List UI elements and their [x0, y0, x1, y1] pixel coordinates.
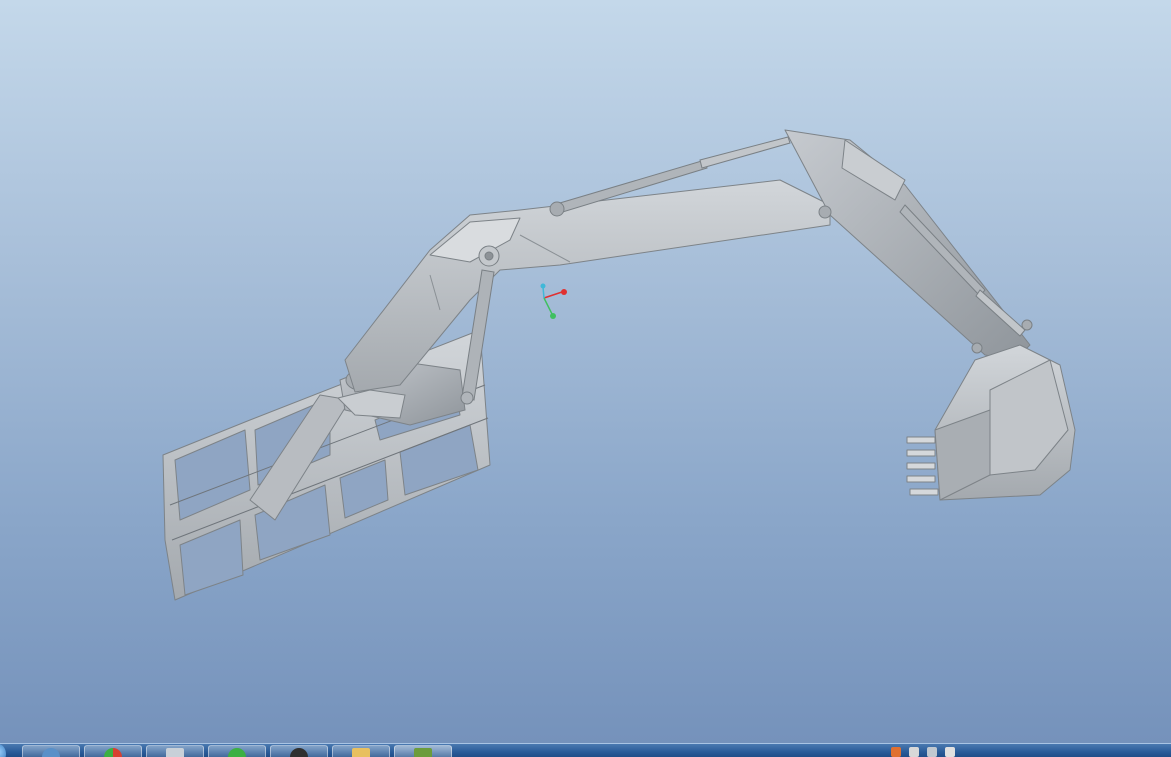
- taskbar-explorer-button[interactable]: [22, 745, 80, 757]
- system-tray: [871, 744, 1171, 757]
- cad-viewport[interactable]: [0, 0, 1171, 743]
- bucket-teeth: [906, 436, 939, 496]
- explorer-icon: [42, 748, 60, 757]
- taskbar-cad-app-button[interactable]: [394, 745, 452, 757]
- model-canvas[interactable]: [0, 0, 1171, 743]
- coordinate-axes-icon: [540, 283, 567, 319]
- taskbar-document-button[interactable]: [146, 745, 204, 757]
- 360-browser-icon: [228, 748, 246, 757]
- taskbar-folder-button[interactable]: [332, 745, 390, 757]
- taskbar-media-button[interactable]: [270, 745, 328, 757]
- chrome-icon: [104, 748, 122, 757]
- main-boom: [344, 179, 831, 393]
- media-icon: [290, 748, 308, 757]
- document-icon: [166, 748, 184, 757]
- network-icon[interactable]: [909, 747, 919, 757]
- cad-app-icon: [414, 748, 432, 757]
- volume-icon[interactable]: [927, 747, 937, 757]
- folder-icon: [352, 748, 370, 757]
- taskbar-360-browser-button[interactable]: [208, 745, 266, 757]
- bucket: [906, 344, 1076, 501]
- clock-icon[interactable]: [945, 747, 955, 757]
- dipper-arm: [784, 129, 1031, 361]
- windows-taskbar: [0, 743, 1171, 757]
- windows-start-orb-icon[interactable]: [0, 744, 6, 757]
- taskbar-chrome-button[interactable]: [84, 745, 142, 757]
- flag-icon[interactable]: [891, 747, 901, 757]
